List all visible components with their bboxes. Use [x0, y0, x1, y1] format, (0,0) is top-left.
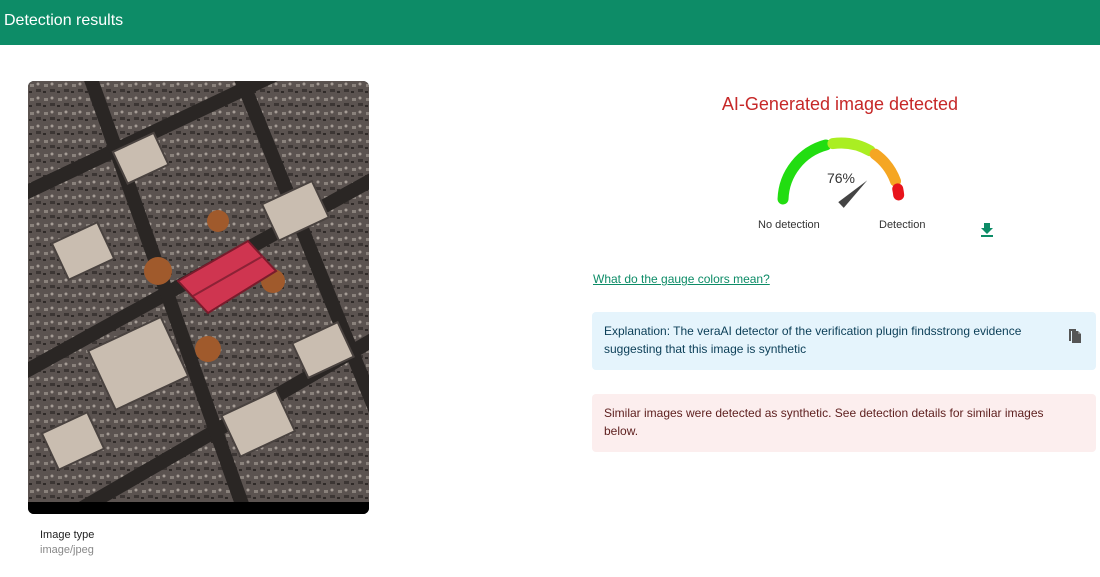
gauge-label-detection: Detection	[879, 219, 926, 231]
gauge-segment	[777, 139, 832, 205]
gauge-segment	[869, 148, 902, 187]
similar-images-text: Similar images were detected as syntheti…	[604, 406, 1044, 438]
gauge-segment	[827, 137, 876, 157]
explanation-text: Explanation: The veraAI detector of the …	[604, 324, 1022, 356]
copy-button[interactable]	[1067, 326, 1083, 344]
detection-gauge: 76%	[760, 125, 920, 215]
download-button[interactable]	[980, 222, 994, 238]
image-type-label: Image type	[40, 529, 95, 541]
gauge-segment	[892, 183, 905, 201]
analyzed-image	[28, 81, 369, 514]
similar-images-alert: Similar images were detected as syntheti…	[592, 394, 1096, 452]
explanation-alert: Explanation: The veraAI detector of the …	[592, 312, 1096, 370]
gauge-colors-help-link[interactable]: What do the gauge colors mean?	[593, 272, 770, 286]
detection-verdict: AI-Generated image detected	[721, 94, 959, 114]
app-header: Detection results	[0, 0, 1100, 45]
copy-icon	[1069, 329, 1081, 343]
page-title: Detection results	[4, 12, 124, 29]
download-icon	[981, 223, 993, 237]
gauge-label-no-detection: No detection	[758, 219, 820, 231]
image-type-value: image/jpeg	[40, 544, 94, 556]
gauge-percent-text: 76%	[827, 170, 855, 186]
